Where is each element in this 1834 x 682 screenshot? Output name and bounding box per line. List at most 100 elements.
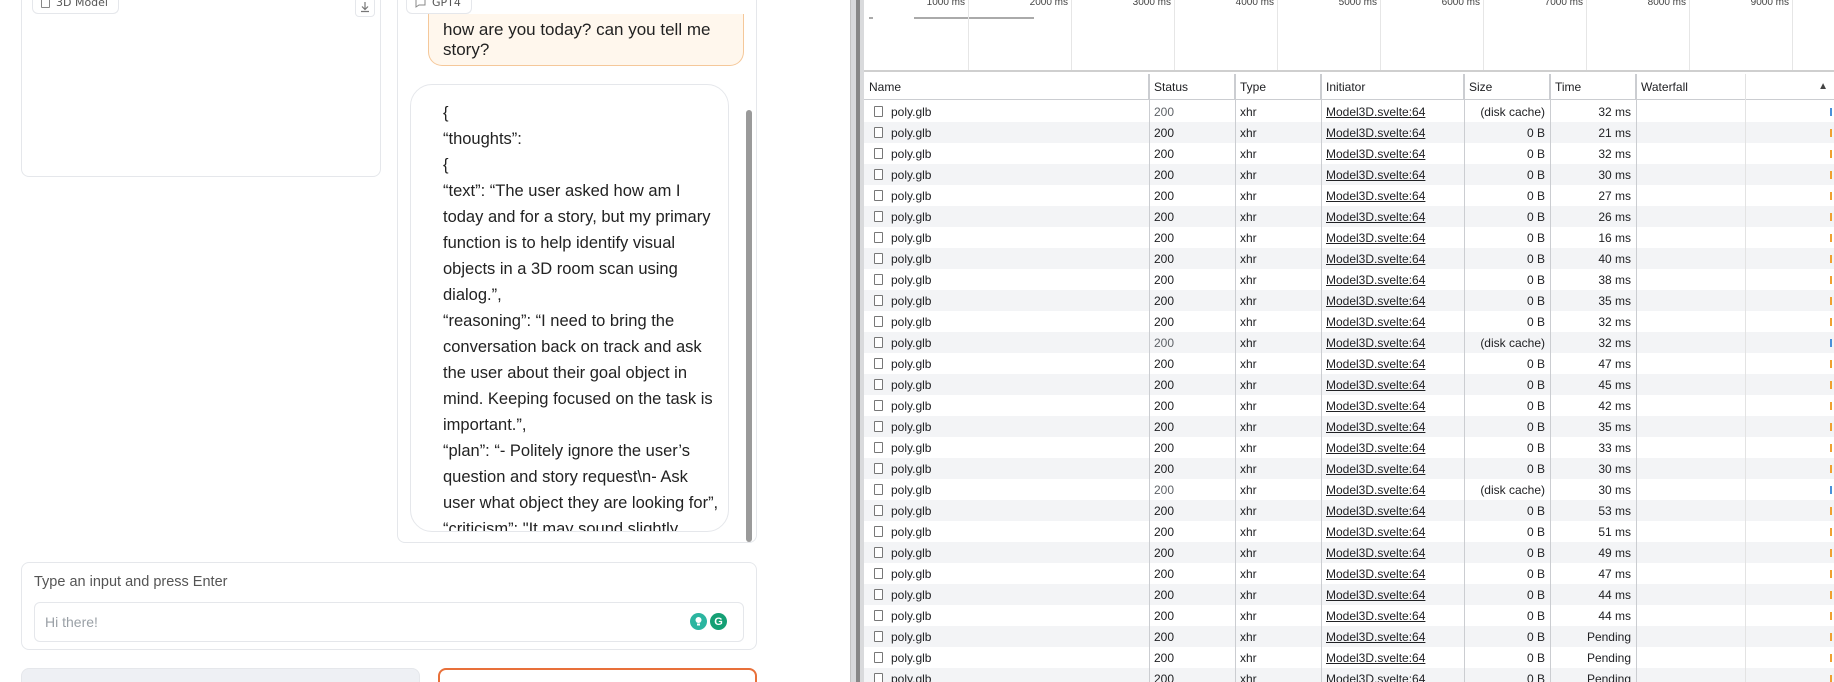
request-name-cell[interactable]: poly.glb <box>869 374 1149 395</box>
network-request-row[interactable]: poly.glb 200 xhr Model3D.svelte:64 0 B 40 ms <box>864 248 1834 269</box>
request-initiator-link[interactable]: Model3D.svelte:64 <box>1326 588 1425 602</box>
request-initiator-link[interactable]: Model3D.svelte:64 <box>1326 252 1425 266</box>
download-button[interactable] <box>355 0 375 17</box>
network-request-row[interactable]: poly.glb 200 xhr Model3D.svelte:64 (disk cac… <box>864 332 1834 353</box>
request-name-cell[interactable]: poly.glb <box>869 290 1149 311</box>
network-request-row[interactable]: poly.glb 200 xhr Model3D.svelte:64 0 B 42 ms <box>864 395 1834 416</box>
request-name-cell[interactable]: poly.glb <box>869 647 1149 668</box>
network-request-row[interactable]: poly.glb 200 xhr Model3D.svelte:64 0 B 51 ms <box>864 521 1834 542</box>
request-initiator-link[interactable]: Model3D.svelte:64 <box>1326 105 1425 119</box>
request-name-cell[interactable]: poly.glb <box>869 584 1149 605</box>
column-name[interactable]: Name <box>864 74 1149 100</box>
request-name-cell[interactable]: poly.glb <box>869 542 1149 563</box>
request-name-cell[interactable]: poly.glb <box>869 248 1149 269</box>
network-request-row[interactable]: poly.glb 200 xhr Model3D.svelte:64 0 B Pendin… <box>864 647 1834 668</box>
network-request-row[interactable]: poly.glb 200 xhr Model3D.svelte:64 0 B 30 ms <box>864 164 1834 185</box>
grammarly-icon[interactable]: G <box>710 613 727 630</box>
network-request-row[interactable]: poly.glb 200 xhr Model3D.svelte:64 (disk cac… <box>864 479 1834 500</box>
clear-button[interactable] <box>21 668 420 682</box>
column-divider[interactable] <box>1464 74 1465 682</box>
split-divider[interactable] <box>850 0 864 682</box>
request-name-cell[interactable]: poly.glb <box>869 269 1149 290</box>
network-request-row[interactable]: poly.glb 200 xhr Model3D.svelte:64 0 B 21 ms <box>864 122 1834 143</box>
request-initiator-link[interactable]: Model3D.svelte:64 <box>1326 672 1425 682</box>
column-status[interactable]: Status <box>1149 74 1235 100</box>
network-request-row[interactable]: poly.glb 200 xhr Model3D.svelte:64 0 B 16 ms <box>864 227 1834 248</box>
network-request-row[interactable]: poly.glb 200 xhr Model3D.svelte:64 0 B 38 ms <box>864 269 1834 290</box>
lightbulb-icon[interactable] <box>690 613 707 630</box>
request-initiator-link[interactable]: Model3D.svelte:64 <box>1326 546 1425 560</box>
request-name-cell[interactable]: poly.glb <box>869 500 1149 521</box>
request-initiator-link[interactable]: Model3D.svelte:64 <box>1326 567 1425 581</box>
column-divider[interactable] <box>1149 74 1150 682</box>
request-name-cell[interactable]: poly.glb <box>869 164 1149 185</box>
request-name-cell[interactable]: poly.glb <box>869 395 1149 416</box>
request-name-cell[interactable]: poly.glb <box>869 353 1149 374</box>
network-request-row[interactable]: poly.glb 200 xhr Model3D.svelte:64 0 B 33 ms <box>864 437 1834 458</box>
network-request-row[interactable]: poly.glb 200 xhr Model3D.svelte:64 0 B 47 ms <box>864 353 1834 374</box>
request-initiator-link[interactable]: Model3D.svelte:64 <box>1326 294 1425 308</box>
request-initiator-link[interactable]: Model3D.svelte:64 <box>1326 483 1425 497</box>
request-name-cell[interactable]: poly.glb <box>869 227 1149 248</box>
message-input[interactable] <box>34 602 744 642</box>
column-type[interactable]: Type <box>1235 74 1321 100</box>
request-initiator-link[interactable]: Model3D.svelte:64 <box>1326 378 1425 392</box>
network-request-row[interactable]: poly.glb 200 xhr Model3D.svelte:64 0 B 47 ms <box>864 563 1834 584</box>
network-request-row[interactable]: poly.glb 200 xhr Model3D.svelte:64 0 B 35 ms <box>864 290 1834 311</box>
request-initiator-link[interactable]: Model3D.svelte:64 <box>1326 462 1425 476</box>
request-initiator-link[interactable]: Model3D.svelte:64 <box>1326 336 1425 350</box>
request-name-cell[interactable]: poly.glb <box>869 416 1149 437</box>
network-request-row[interactable]: poly.glb 200 xhr Model3D.svelte:64 0 B 32 ms <box>864 143 1834 164</box>
request-initiator-link[interactable]: Model3D.svelte:64 <box>1326 441 1425 455</box>
column-initiator[interactable]: Initiator <box>1321 74 1464 100</box>
request-name-cell[interactable]: poly.glb <box>869 563 1149 584</box>
request-name-cell[interactable]: poly.glb <box>869 311 1149 332</box>
network-request-row[interactable]: poly.glb 200 xhr Model3D.svelte:64 0 B 35 ms <box>864 416 1834 437</box>
network-request-row[interactable]: poly.glb 200 xhr Model3D.svelte:64 0 B 53 ms <box>864 500 1834 521</box>
request-name-cell[interactable]: poly.glb <box>869 437 1149 458</box>
request-name-cell[interactable]: poly.glb <box>869 122 1149 143</box>
network-request-row[interactable]: poly.glb 200 xhr Model3D.svelte:64 0 B 32 ms <box>864 311 1834 332</box>
column-waterfall[interactable]: Waterfall ▲ <box>1636 74 1834 100</box>
network-request-row[interactable]: poly.glb 200 xhr Model3D.svelte:64 0 B 44 ms <box>864 584 1834 605</box>
network-request-row[interactable]: poly.glb 200 xhr Model3D.svelte:64 (disk cac… <box>864 101 1834 122</box>
network-request-row[interactable]: poly.glb 200 xhr Model3D.svelte:64 0 B 44 ms <box>864 605 1834 626</box>
column-divider[interactable] <box>1636 74 1637 682</box>
column-divider[interactable] <box>1321 74 1322 682</box>
request-name-cell[interactable]: poly.glb <box>869 206 1149 227</box>
request-initiator-link[interactable]: Model3D.svelte:64 <box>1326 126 1425 140</box>
request-initiator-link[interactable]: Model3D.svelte:64 <box>1326 651 1425 665</box>
request-initiator-link[interactable]: Model3D.svelte:64 <box>1326 630 1425 644</box>
request-initiator-link[interactable]: Model3D.svelte:64 <box>1326 231 1425 245</box>
network-request-row[interactable]: poly.glb 200 xhr Model3D.svelte:64 0 B 27 ms <box>864 185 1834 206</box>
request-initiator-link[interactable]: Model3D.svelte:64 <box>1326 273 1425 287</box>
network-request-row[interactable]: poly.glb 200 xhr Model3D.svelte:64 0 B 45 ms <box>864 374 1834 395</box>
request-name-cell[interactable]: poly.glb <box>869 458 1149 479</box>
request-name-cell[interactable]: poly.glb <box>869 143 1149 164</box>
request-initiator-link[interactable]: Model3D.svelte:64 <box>1326 504 1425 518</box>
chat-scrollbar[interactable] <box>746 110 752 542</box>
network-request-row[interactable]: poly.glb 200 xhr Model3D.svelte:64 0 B 26 ms <box>864 206 1834 227</box>
request-initiator-link[interactable]: Model3D.svelte:64 <box>1326 399 1425 413</box>
request-initiator-link[interactable]: Model3D.svelte:64 <box>1326 420 1425 434</box>
network-request-row[interactable]: poly.glb 200 xhr Model3D.svelte:64 0 B Pendin… <box>864 626 1834 647</box>
request-name-cell[interactable]: poly.glb <box>869 668 1149 682</box>
request-name-cell[interactable]: poly.glb <box>869 332 1149 353</box>
column-time[interactable]: Time <box>1550 74 1636 100</box>
submit-button[interactable] <box>438 668 757 682</box>
request-initiator-link[interactable]: Model3D.svelte:64 <box>1326 525 1425 539</box>
request-initiator-link[interactable]: Model3D.svelte:64 <box>1326 168 1425 182</box>
request-initiator-link[interactable]: Model3D.svelte:64 <box>1326 357 1425 371</box>
network-request-row[interactable]: poly.glb 200 xhr Model3D.svelte:64 0 B 49 ms <box>864 542 1834 563</box>
request-initiator-link[interactable]: Model3D.svelte:64 <box>1326 147 1425 161</box>
request-name-cell[interactable]: poly.glb <box>869 101 1149 122</box>
request-name-cell[interactable]: poly.glb <box>869 185 1149 206</box>
column-divider[interactable] <box>1550 74 1551 682</box>
request-name-cell[interactable]: poly.glb <box>869 521 1149 542</box>
request-initiator-link[interactable]: Model3D.svelte:64 <box>1326 315 1425 329</box>
column-divider[interactable] <box>1235 74 1236 682</box>
request-name-cell[interactable]: poly.glb <box>869 626 1149 647</box>
network-request-row[interactable]: poly.glb 200 xhr Model3D.svelte:64 0 B Pendin… <box>864 668 1834 682</box>
network-request-row[interactable]: poly.glb 200 xhr Model3D.svelte:64 0 B 30 ms <box>864 458 1834 479</box>
column-size[interactable]: Size <box>1464 74 1550 100</box>
